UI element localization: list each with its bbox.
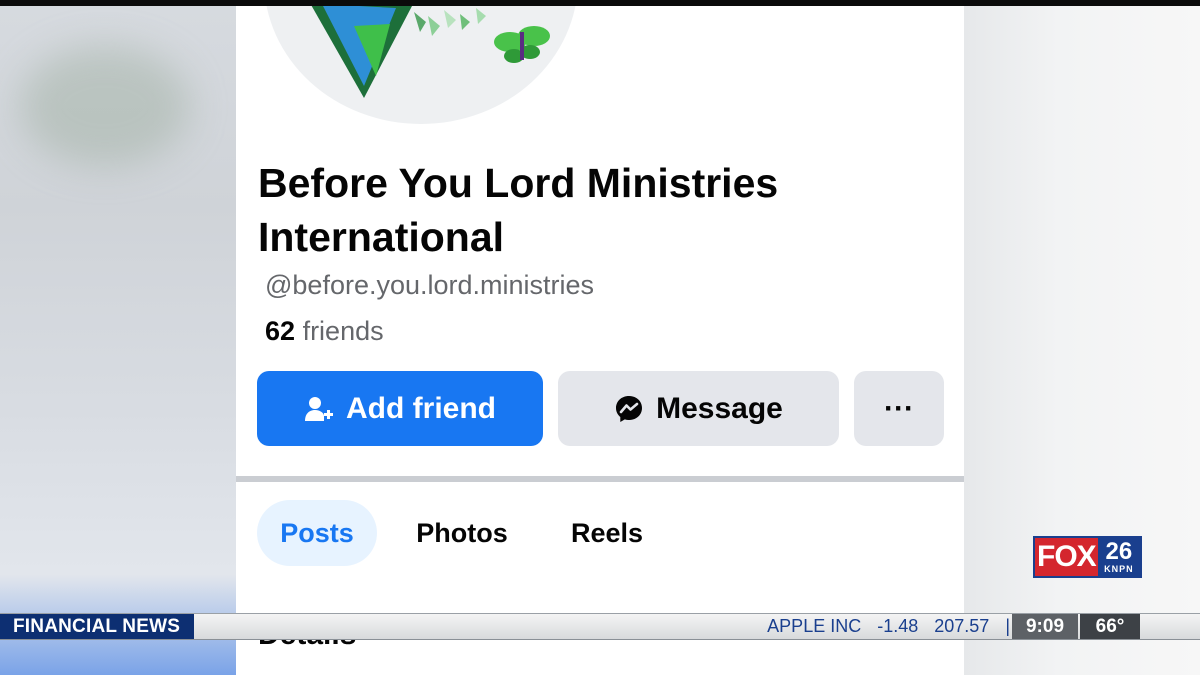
background-blur xyxy=(20,46,190,166)
page-name: Before You Lord Ministries International xyxy=(258,160,779,260)
stock-name: APPLE INC xyxy=(767,616,862,636)
section-divider xyxy=(236,476,964,482)
profile-avatar[interactable] xyxy=(264,6,578,124)
logo-network: FOX xyxy=(1035,538,1098,576)
friends-label: friends xyxy=(302,316,384,346)
messenger-icon xyxy=(616,395,643,422)
ticker-time: 9:09 xyxy=(1012,614,1078,639)
station-logo: FOX 26 KNPN xyxy=(1033,536,1142,578)
logo-callsign: KNPN xyxy=(1104,563,1134,574)
stock-change: -1.48 xyxy=(877,616,919,636)
ticker-separator: | xyxy=(1005,616,1010,636)
avatar-image xyxy=(311,6,550,98)
more-button[interactable]: ··· xyxy=(854,371,944,446)
message-button[interactable]: Message xyxy=(558,371,839,446)
add-friend-label: Add friend xyxy=(346,391,496,425)
ticker-label: FINANCIAL NEWS xyxy=(0,614,194,639)
logo-channel: 26 xyxy=(1105,537,1133,565)
more-icon: ··· xyxy=(884,391,914,425)
add-friend-icon xyxy=(305,396,333,421)
add-friend-button[interactable]: Add friend xyxy=(257,371,543,446)
news-ticker: FINANCIAL NEWS APPLE INC -1.48 207.57 | … xyxy=(0,613,1200,640)
ticker-temperature: 66° xyxy=(1080,614,1140,639)
message-label: Message xyxy=(656,391,783,425)
profile-handle: @before.you.lord.ministries xyxy=(265,270,595,300)
stock-price: 207.57 xyxy=(934,616,990,636)
background-left xyxy=(0,6,236,675)
friends-number: 62 xyxy=(265,316,296,346)
tab-reels[interactable]: Reels xyxy=(558,500,656,566)
logo-channel-block: 26 KNPN xyxy=(1097,537,1140,576)
tab-photos[interactable]: Photos xyxy=(404,500,520,566)
tab-posts[interactable]: Posts xyxy=(257,500,377,566)
profile-screen: Before You Lord Ministries International… xyxy=(236,6,964,675)
friends-count[interactable]: 62 friends xyxy=(265,316,384,347)
ticker-stock: APPLE INC -1.48 207.57 | xyxy=(767,614,1010,639)
